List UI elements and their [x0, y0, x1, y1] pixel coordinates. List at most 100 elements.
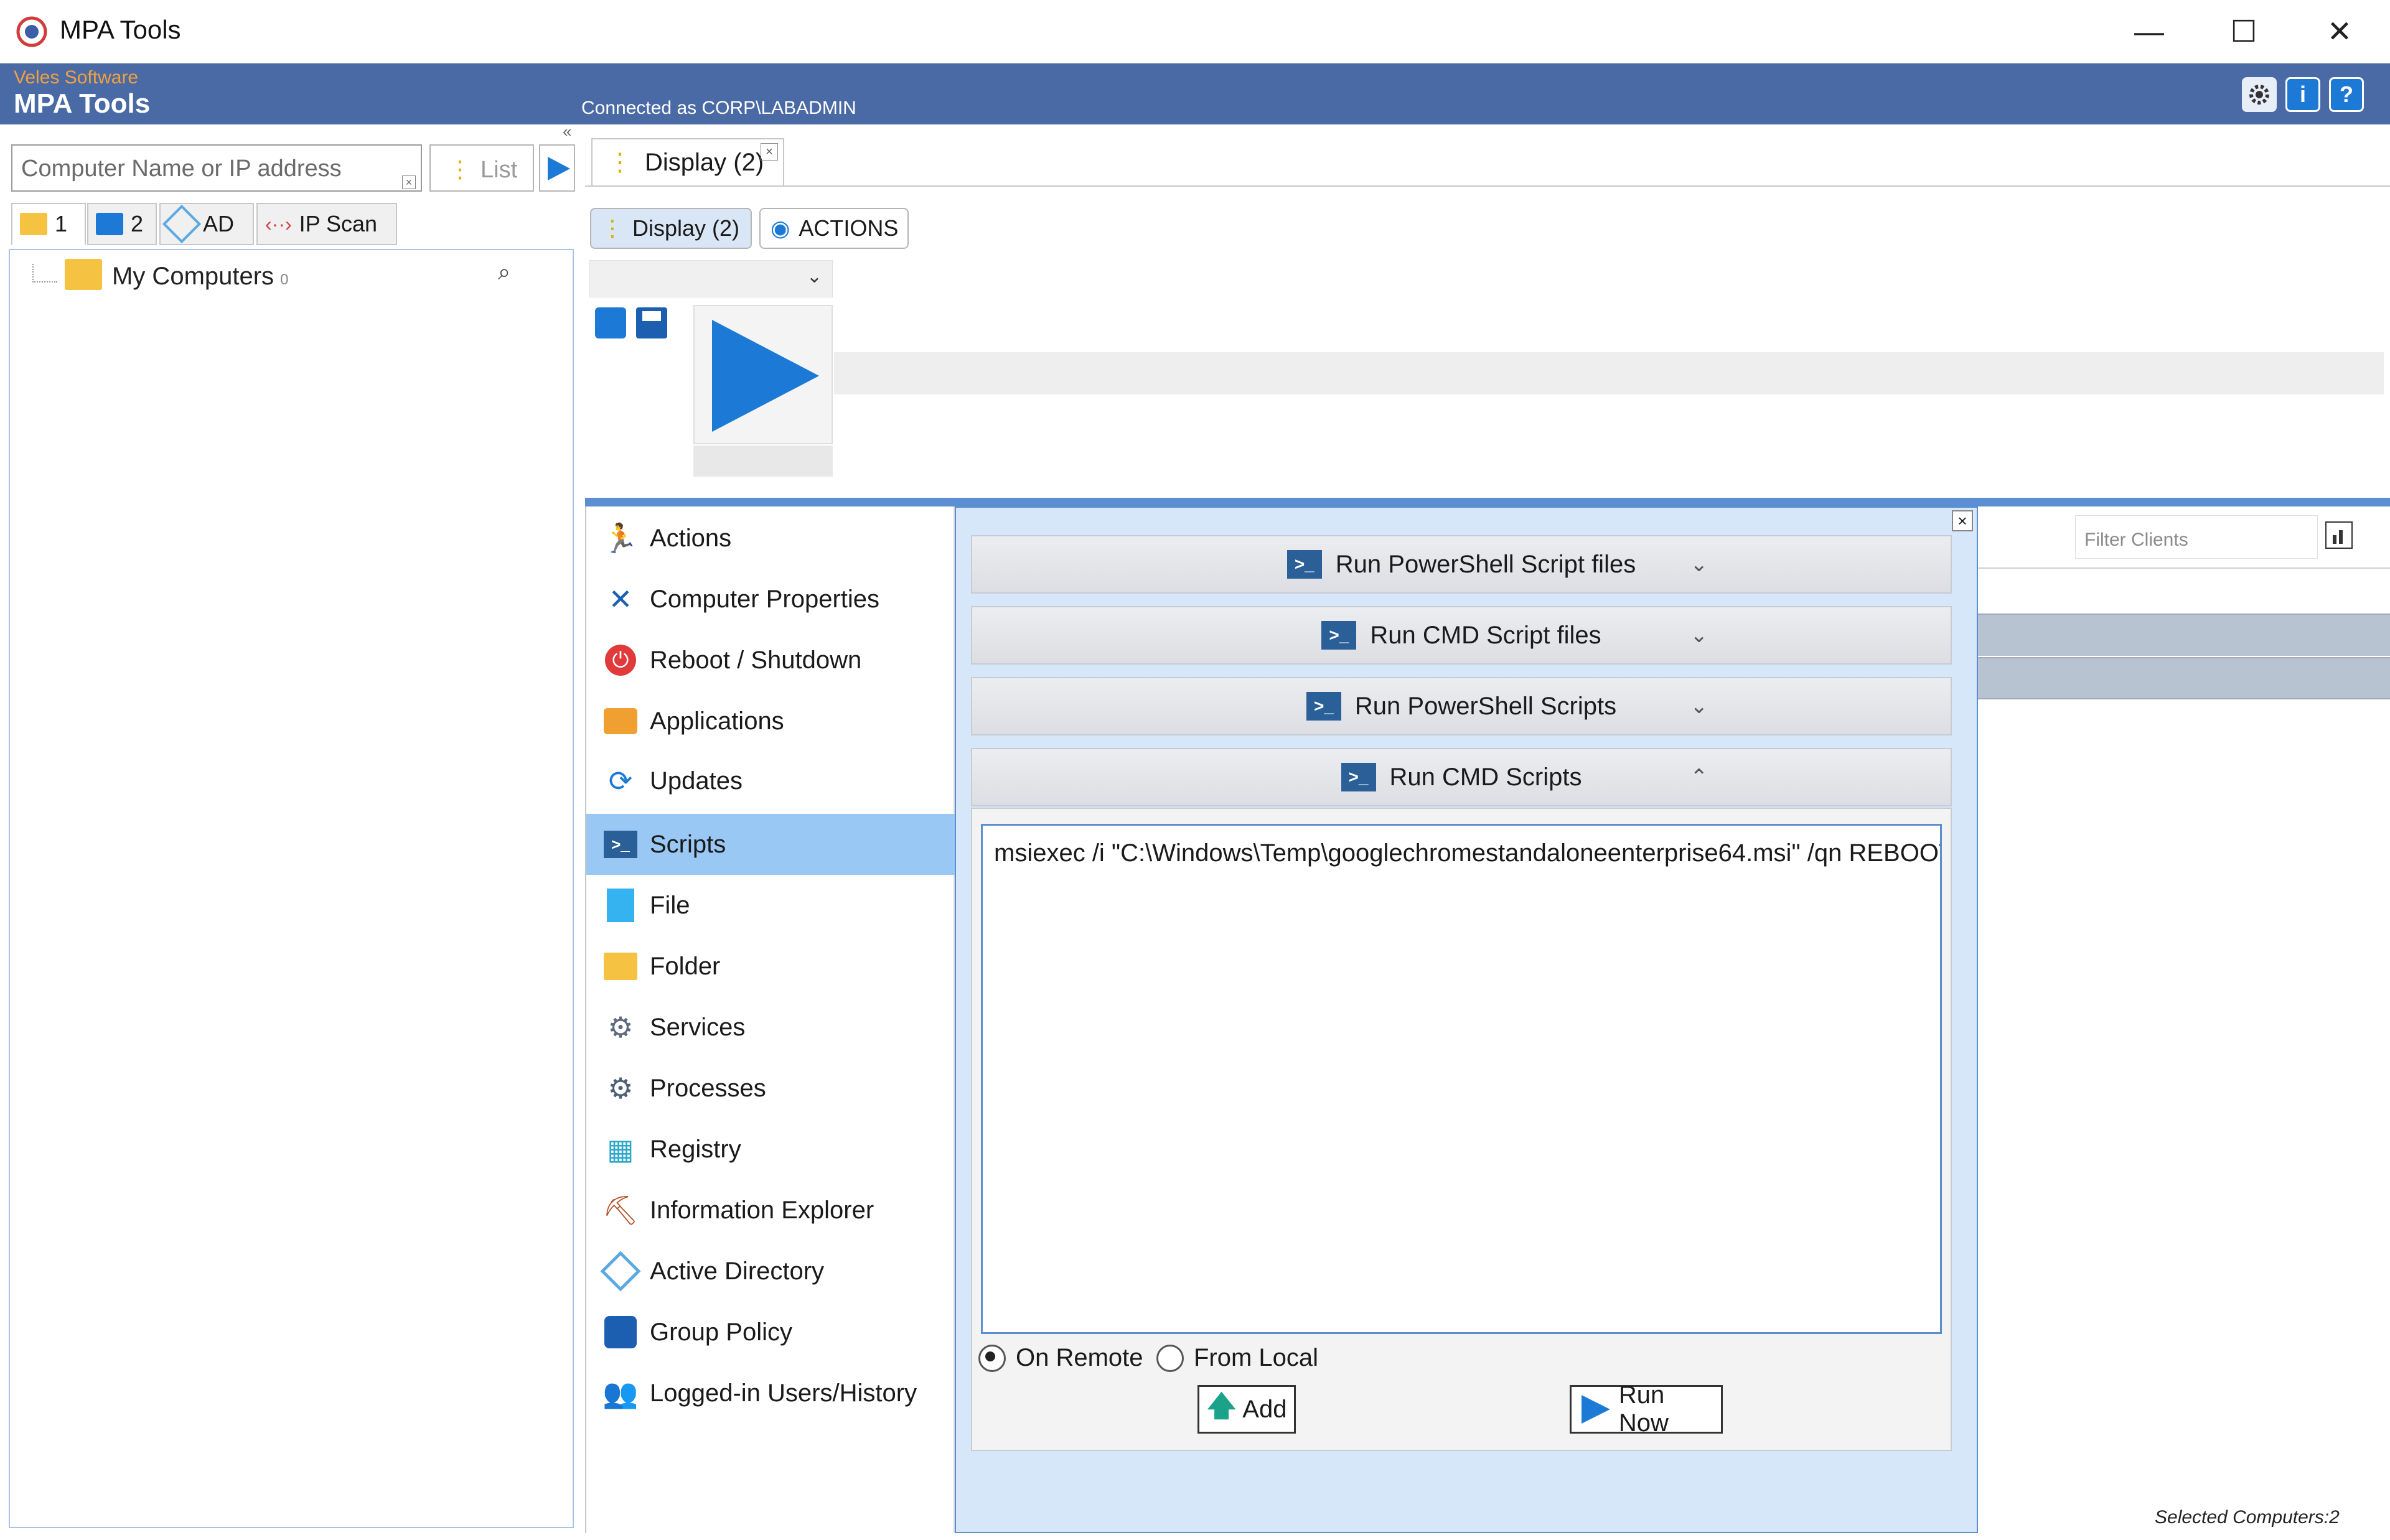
nav-item-reboot-shutdown[interactable]: ⏻ Reboot / Shutdown — [586, 630, 955, 691]
briefcase-icon — [602, 703, 639, 739]
nav-item-file[interactable]: File — [586, 875, 955, 936]
maximize-button[interactable]: ☐ — [2197, 0, 2290, 63]
tab-display[interactable]: ⋮ Display (2) — [591, 138, 784, 185]
client-row[interactable] — [1978, 614, 2390, 656]
group-policy-icon — [602, 1314, 639, 1350]
add-button[interactable]: 🡅 Add — [1197, 1385, 1296, 1434]
list-icon: ⋮ — [607, 149, 632, 176]
app-logo-icon — [16, 16, 47, 47]
list-icon: ⋮ — [448, 157, 472, 183]
go-button[interactable] — [539, 144, 575, 192]
open-file-icon[interactable] — [595, 307, 626, 338]
tree-item-my-computers[interactable]: My Computers 0 — [112, 263, 288, 291]
help-icon[interactable]: ? — [2329, 77, 2364, 112]
save-icon[interactable] — [636, 307, 667, 338]
cmd-script-textarea[interactable]: msiexec /i "C:\Windows\Temp\googlechrome… — [981, 824, 1942, 1334]
computer-search-input[interactable]: Computer Name or IP address — [11, 144, 422, 192]
filter-clients-input[interactable]: Filter Clients — [2075, 515, 2318, 559]
brand-vendor: Veles Software — [14, 67, 139, 88]
search-tree-icon[interactable]: ⌕ — [498, 259, 510, 286]
client-row[interactable] — [1978, 657, 2390, 699]
section-run-powershell-script-files[interactable]: >_ Run PowerShell Script files ⌄ — [971, 535, 1952, 594]
title-bar — [0, 0, 2390, 63]
section-run-powershell-scripts[interactable]: >_ Run PowerShell Scripts ⌄ — [971, 677, 1952, 735]
minimize-button[interactable]: — — [2102, 0, 2196, 63]
collapse-pane-icon[interactable]: « — [563, 122, 571, 141]
brand-title: MPA Tools — [14, 88, 151, 119]
nav-item-information-explorer[interactable]: ⛏ Information Explorer — [586, 1180, 955, 1241]
tab-group-1[interactable]: 1 — [11, 203, 86, 245]
info-icon[interactable]: i — [2285, 77, 2320, 112]
nav-item-registry[interactable]: ▦ Registry — [586, 1119, 955, 1180]
folder-icon — [65, 259, 102, 290]
nav-item-processes[interactable]: ⚙ Processes — [586, 1058, 955, 1119]
nav-item-actions[interactable]: 🏃 Actions — [586, 508, 955, 569]
panel-separator — [585, 498, 2390, 506]
arrow-up-icon: 🡅 — [1207, 1389, 1237, 1422]
section-run-cmd-scripts[interactable]: >_ Run CMD Scripts ⌃ — [971, 748, 1952, 806]
radio-on-remote[interactable]: On Remote — [978, 1344, 1143, 1372]
radio-dot — [978, 1344, 1006, 1372]
export-icon[interactable] — [2325, 521, 2353, 549]
gears-icon: ⚙ — [607, 1011, 634, 1043]
nav-item-logged-in-users[interactable]: 👥 Logged-in Users/History — [586, 1363, 955, 1424]
tab-ad[interactable]: AD — [159, 203, 254, 245]
tree-item-count: 0 — [280, 271, 289, 288]
nav-item-services[interactable]: ⚙ Services — [586, 997, 955, 1058]
connection-status: Connected as CORP\LABADMIN — [581, 98, 856, 118]
nav-item-applications[interactable]: Applications — [586, 691, 955, 752]
refresh-icon: ⟳ — [608, 765, 633, 797]
pickaxe-icon: ⛏ — [602, 1193, 639, 1226]
tab-divider — [585, 185, 2390, 187]
chevron-down-icon: ⌄ — [1690, 694, 1708, 718]
action-band — [834, 352, 2384, 394]
power-icon: ⏻ — [602, 642, 639, 678]
tab-group-2[interactable]: 2 — [87, 203, 157, 245]
play-icon — [1581, 1395, 1610, 1424]
settings-icon[interactable] — [2242, 77, 2277, 112]
play-icon — [712, 320, 819, 432]
run-action-button[interactable] — [693, 305, 833, 444]
close-tab-icon[interactable]: × — [761, 143, 778, 161]
tab-ip-scan[interactable]: ‹··› IP Scan — [256, 203, 397, 245]
action-dropdown[interactable]: ⌄ — [589, 260, 833, 297]
window-title: MPA Tools — [60, 15, 181, 44]
play-icon — [548, 157, 570, 180]
ip-scan-icon: ‹··› — [265, 212, 292, 235]
registry-icon: ▦ — [607, 1133, 634, 1165]
run-caption-band — [693, 446, 833, 477]
close-panel-icon[interactable]: × — [1952, 510, 1973, 531]
selected-computers-status: Selected Computers:2 — [2155, 1507, 2340, 1528]
list-button[interactable]: ⋮ List — [429, 144, 534, 192]
computer-tree — [9, 249, 574, 1528]
chevron-up-icon: ⌃ — [1690, 765, 1708, 789]
actions-icon: ◉ — [771, 215, 790, 241]
processes-icon: ⚙ — [607, 1072, 634, 1104]
section-run-cmd-script-files[interactable]: >_ Run CMD Script files ⌄ — [971, 606, 1952, 665]
nav-item-updates[interactable]: ⟳ Updates — [586, 750, 955, 811]
powershell-icon: >_ — [1286, 550, 1322, 579]
folder-icon — [602, 948, 639, 984]
tree-connector — [32, 264, 57, 282]
nav-item-computer-properties[interactable]: ✕ Computer Properties — [586, 569, 955, 630]
subtab-display[interactable]: ⋮ Display (2) — [590, 208, 752, 249]
client-divider — [1978, 567, 2390, 569]
run-now-button[interactable]: Run Now — [1570, 1381, 1723, 1437]
terminal-icon: >_ — [1341, 763, 1376, 791]
nav-item-scripts[interactable]: >_ Scripts — [586, 814, 955, 875]
nav-item-folder[interactable]: Folder — [586, 936, 955, 997]
terminal-icon: >_ — [602, 826, 639, 862]
active-directory-icon — [162, 204, 202, 244]
radio-from-local[interactable]: From Local — [1156, 1344, 1318, 1372]
subtab-actions[interactable]: ◉ ACTIONS — [759, 208, 909, 249]
clear-search-icon[interactable]: × — [402, 175, 416, 189]
run-icon: 🏃 — [602, 521, 639, 554]
close-button[interactable]: ✕ — [2293, 0, 2386, 63]
terminal-icon: >_ — [1321, 621, 1357, 650]
powershell-icon: >_ — [1306, 692, 1341, 721]
file-icon — [602, 887, 639, 923]
tools-icon: ✕ — [608, 583, 633, 615]
nav-item-group-policy[interactable]: Group Policy — [586, 1302, 955, 1363]
list-icon: ⋮ — [601, 215, 624, 241]
nav-item-active-directory[interactable]: Active Directory — [586, 1241, 955, 1302]
